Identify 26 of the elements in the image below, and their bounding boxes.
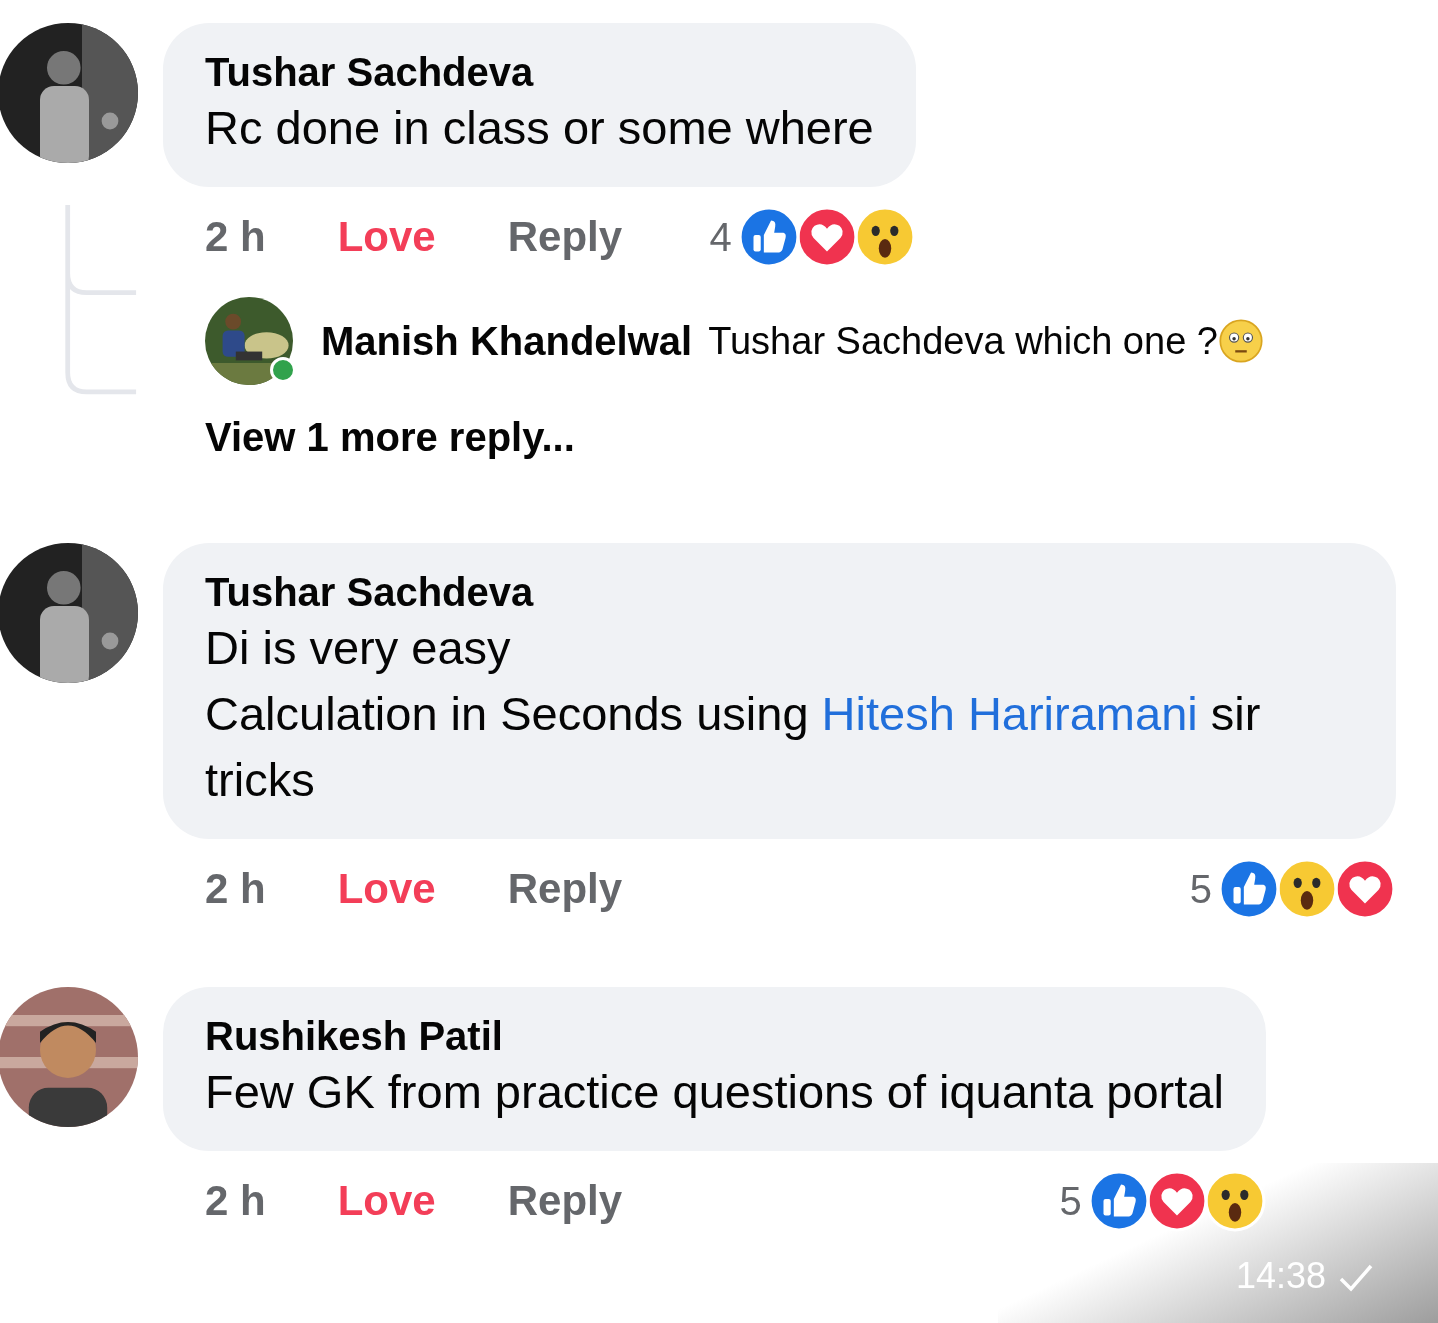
reaction-count: 5 (1059, 1178, 1082, 1224)
view-more-replies-link[interactable]: View 1 more reply... (205, 415, 1264, 460)
author-name: Manish Khandelwal (321, 318, 693, 364)
comment-time: 2 h (205, 213, 266, 261)
reply-button[interactable]: Reply (507, 213, 623, 261)
confused-emoji-icon (1217, 318, 1264, 364)
mention-link[interactable]: Hitesh Hariramani (821, 687, 1198, 740)
author-name: Rushikesh Patil (205, 1013, 504, 1059)
love-reaction-button[interactable]: Love (337, 865, 436, 913)
love-reaction-button[interactable]: Love (337, 1177, 436, 1225)
surprised-emoji-icon (1276, 858, 1338, 920)
comment-time: 2 h (205, 1177, 266, 1225)
comment-text: Few GK from practice questions of iquanta portal (205, 1064, 1224, 1120)
reply-button[interactable]: Reply (507, 1177, 623, 1225)
like-icon (1218, 858, 1280, 920)
reply-button[interactable]: Reply (507, 865, 623, 913)
comment-time: 2 h (205, 865, 266, 913)
reply-text: Tushar Sachdeva which one ? (708, 319, 1218, 363)
love-reaction-button[interactable]: Love (337, 213, 436, 261)
reaction-count: 4 (709, 214, 732, 260)
message-time: 14:38 (1235, 1255, 1326, 1297)
comment-text: Di is very easy Calculation in Seconds using Hitesh Hariramani sir tricks (205, 620, 1262, 808)
comment-text: Rc done in class or some where (205, 100, 874, 156)
reaction-count: 5 (1189, 866, 1212, 912)
author-name: Tushar Sachdeva (205, 569, 535, 615)
author-name: Tushar Sachdeva (205, 49, 535, 95)
